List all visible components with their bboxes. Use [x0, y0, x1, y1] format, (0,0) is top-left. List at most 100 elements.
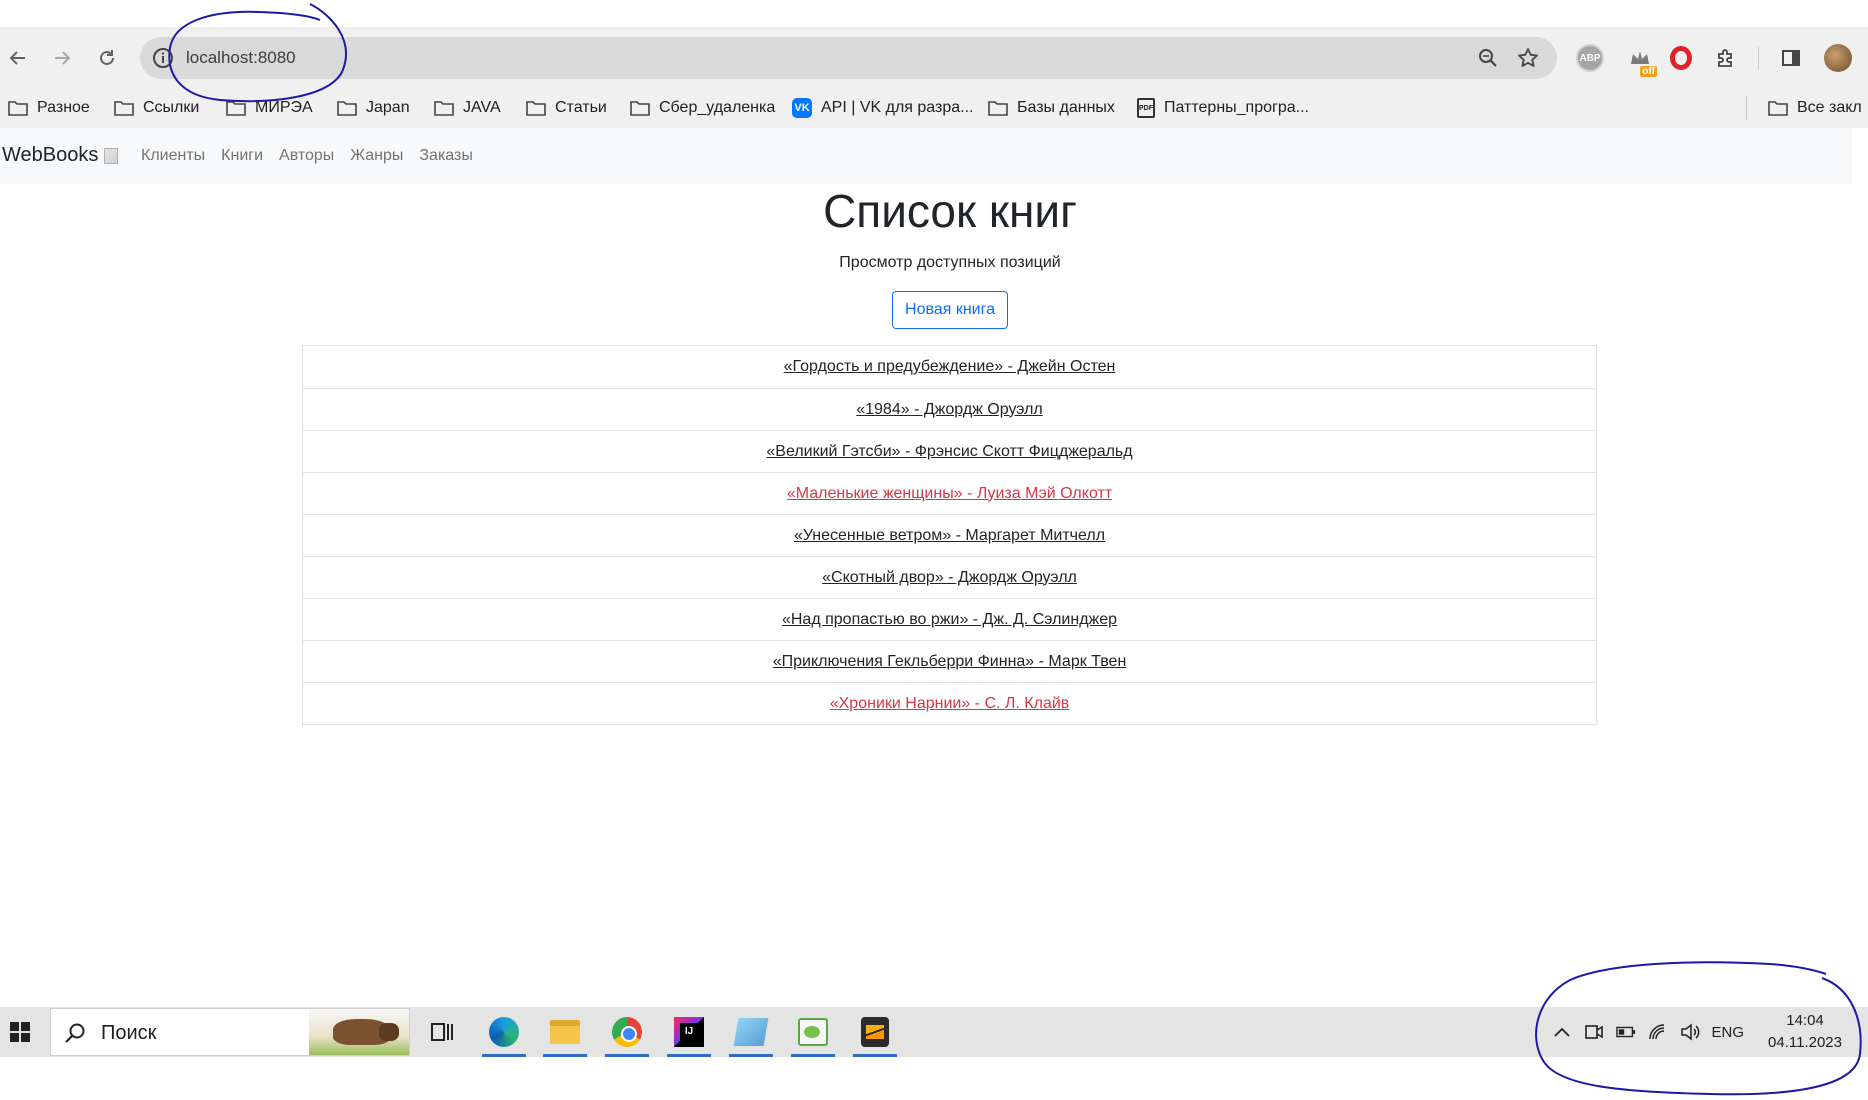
bookmark-label: Разное: [37, 99, 90, 116]
bookmarks-bar: Разное Ссылки МИРЭА Japan JAVA Статьи Сб…: [0, 88, 1868, 128]
book-link[interactable]: «Великий Гэтсби» - Фрэнсис Скотт Фицджер…: [766, 443, 1132, 461]
opera-extension[interactable]: [1666, 43, 1696, 73]
bookmark-label: JAVA: [463, 99, 501, 116]
book-link[interactable]: «Хроники Нарнии» - С. Л. Клайв: [830, 695, 1070, 713]
zoom-icon[interactable]: [1477, 47, 1499, 69]
bookmark-item[interactable]: Сбер_удаленка: [630, 95, 775, 121]
bookmark-label: Статьи: [555, 99, 607, 116]
side-panel-button[interactable]: [1776, 43, 1806, 73]
bookmark-item[interactable]: VK API | VK для разра...: [792, 95, 974, 121]
nav-link-clients[interactable]: Клиенты: [141, 147, 205, 165]
extension-off[interactable]: off: [1625, 43, 1657, 77]
clock[interactable]: 14:04 04.11.2023: [1768, 1010, 1842, 1054]
vk-icon: VK: [792, 98, 812, 118]
bookmark-label: Базы данных: [1017, 99, 1115, 116]
new-book-button[interactable]: Новая книга: [892, 291, 1008, 329]
task-view-button[interactable]: [414, 1007, 470, 1057]
web-page: WebBooks Клиенты Книги Авторы Жанры Зака…: [0, 128, 1868, 1007]
bookmark-item[interactable]: Ссылки: [114, 95, 199, 121]
list-item: «Над пропастью во ржи» - Дж. Д. Сэлиндже…: [303, 598, 1596, 640]
windows-logo-icon: [10, 1022, 30, 1042]
bookmark-item[interactable]: PDF Паттерны_програ...: [1137, 95, 1309, 121]
address-bar[interactable]: localhost:8080: [140, 37, 1557, 79]
folder-icon: [988, 101, 1008, 116]
book-link[interactable]: «Приключения Гекльберри Финна» - Марк Тв…: [773, 653, 1127, 671]
intellij-icon: [674, 1017, 704, 1047]
toolbar-divider: [1758, 47, 1759, 69]
speaker-icon: [1680, 1023, 1699, 1041]
nav-links: Клиенты Книги Авторы Жанры Заказы: [141, 147, 473, 165]
clock-date: 04.11.2023: [1768, 1034, 1842, 1051]
bookmark-item[interactable]: Статьи: [526, 95, 607, 121]
book-link[interactable]: «Над пропастью во ржи» - Дж. Д. Сэлиндже…: [782, 611, 1117, 629]
bookmark-label: API | VK для разра...: [821, 99, 974, 116]
bookmark-item[interactable]: JAVA: [434, 95, 501, 121]
avatar: [1824, 44, 1852, 72]
bookmark-star-icon[interactable]: [1516, 46, 1540, 70]
arrow-right-icon: [55, 51, 71, 65]
list-item: «Приключения Гекльберри Финна» - Марк Тв…: [303, 640, 1596, 682]
book-list: «Гордость и предубеждение» - Джейн Остен…: [302, 345, 1597, 725]
nav-link-books[interactable]: Книги: [221, 147, 263, 165]
bookmark-label: Паттерны_програ...: [1164, 99, 1309, 116]
book-link[interactable]: «Унесенные ветром» - Маргарет Митчелл: [794, 527, 1105, 545]
book-link[interactable]: «Скотный двор» - Джордж Оруэлл: [822, 569, 1077, 587]
taskbar-app-explorer[interactable]: [537, 1007, 593, 1057]
address-text[interactable]: localhost:8080: [186, 48, 296, 68]
taskbar-app-edge[interactable]: [476, 1007, 532, 1057]
brand-link[interactable]: WebBooks: [2, 144, 119, 167]
nav-link-authors[interactable]: Авторы: [279, 147, 334, 165]
back-button[interactable]: [0, 40, 36, 76]
folder-icon: [8, 101, 28, 116]
taskbar-app-intellij[interactable]: [661, 1007, 717, 1057]
nav-link-orders[interactable]: Заказы: [419, 147, 472, 165]
volume-button[interactable]: [1680, 1022, 1700, 1042]
taskbar-search[interactable]: Поиск: [50, 1008, 410, 1056]
profile-button[interactable]: [1823, 43, 1853, 73]
clock-time: 14:04: [1786, 1012, 1824, 1029]
network-button[interactable]: [1648, 1022, 1668, 1042]
all-bookmarks-item[interactable]: Все закл: [1768, 95, 1862, 121]
chevron-up-icon: [1553, 1027, 1570, 1037]
file-explorer-icon: [550, 1020, 580, 1044]
screen-bottom-strip: [0, 1057, 1868, 1100]
bookmark-item[interactable]: Базы данных: [988, 95, 1115, 121]
bookmark-item[interactable]: Japan: [337, 95, 410, 121]
nav-link-genres[interactable]: Жанры: [350, 147, 403, 165]
show-hidden-icons-button[interactable]: [1552, 1022, 1572, 1042]
site-navbar: WebBooks Клиенты Книги Авторы Жанры Зака…: [0, 128, 1852, 184]
bookmark-item[interactable]: Разное: [8, 95, 90, 121]
wifi-icon: [1648, 1024, 1664, 1040]
extensions-menu-button[interactable]: [1711, 43, 1741, 73]
reload-icon: [100, 50, 114, 65]
taskbar-app-paint[interactable]: [785, 1007, 841, 1057]
battery-icon: [1615, 1026, 1635, 1038]
site-info-icon[interactable]: [152, 47, 174, 69]
folder-icon: [1768, 101, 1788, 116]
broken-image-icon: [104, 147, 119, 164]
list-item: «Хроники Нарнии» - С. Л. Клайв: [303, 682, 1596, 724]
bookmark-label: Japan: [366, 99, 410, 116]
adblock-extension[interactable]: ABP: [1575, 43, 1605, 73]
forward-button[interactable]: [44, 40, 80, 76]
bookmark-item[interactable]: МИРЭА: [226, 95, 313, 121]
off-badge: off: [1640, 66, 1657, 77]
folder-icon: [434, 101, 454, 116]
taskbar-app-notepad[interactable]: [723, 1007, 779, 1057]
reload-button[interactable]: [89, 40, 125, 76]
book-link[interactable]: «1984» - Джордж Оруэлл: [856, 401, 1043, 419]
input-language[interactable]: ENG: [1712, 1024, 1745, 1041]
battery-button[interactable]: [1615, 1022, 1636, 1042]
paint-icon: [798, 1018, 828, 1046]
book-link[interactable]: «Гордость и предубеждение» - Джейн Остен: [784, 358, 1116, 376]
taskbar-app-sublime[interactable]: [847, 1007, 903, 1057]
sublime-icon: [861, 1017, 889, 1047]
book-link[interactable]: «Маленькие женщины» - Луиза Мэй Олкотт: [787, 485, 1112, 503]
start-button[interactable]: [0, 1007, 40, 1057]
task-view-icon: [431, 1023, 453, 1041]
page-title: Список книг: [823, 185, 1077, 237]
meet-now-button[interactable]: [1584, 1022, 1604, 1042]
folder-icon: [526, 101, 546, 116]
chrome-icon: [612, 1017, 642, 1047]
taskbar-app-chrome[interactable]: [599, 1007, 655, 1057]
